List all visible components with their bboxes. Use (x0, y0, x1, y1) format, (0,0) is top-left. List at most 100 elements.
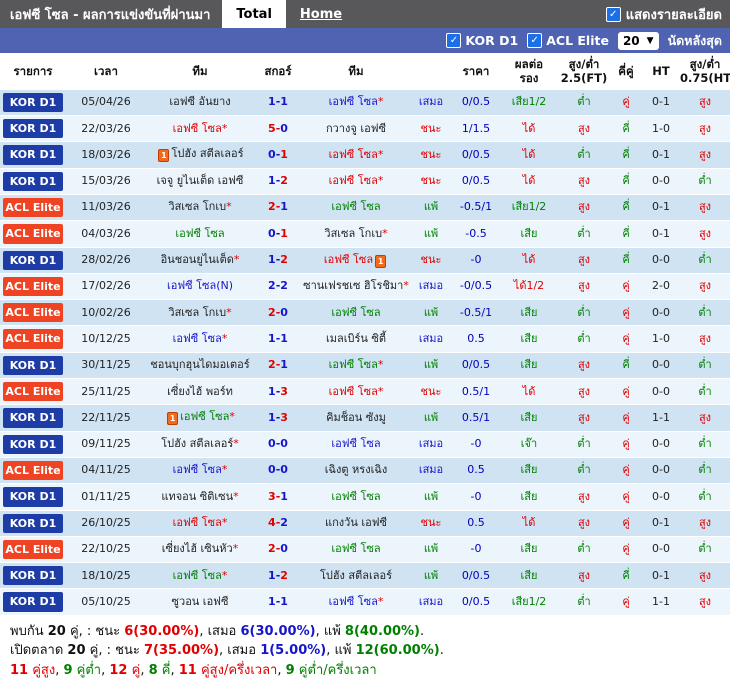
ht-score: 0-0 (642, 299, 680, 326)
summary-segment: 9 (63, 662, 73, 678)
team-name[interactable]: เอฟซี โซล (329, 385, 378, 398)
league-badge: KOR D1 (3, 592, 63, 612)
odds-value: 0.5/1 (452, 378, 500, 405)
tab-home[interactable]: Home (286, 0, 356, 28)
tab-total[interactable]: Total (222, 0, 286, 28)
team-name[interactable]: อินชอนยูไนเต็ด (161, 253, 234, 266)
summary-segment: คู่ (127, 662, 141, 678)
team-cell: เมลเบิร์น ซิตี้ (302, 325, 410, 353)
team-name[interactable]: ชอนบุกฮุนไดมอเตอร์ (150, 358, 249, 371)
odds-value: 0/0.5 (452, 88, 500, 116)
summary-segment: คู่สูง/ครึ่งเวลา (196, 662, 278, 678)
home-goals: 2- (268, 279, 281, 293)
handicap-result: เสีย (500, 483, 558, 510)
favorite-star: * (233, 253, 240, 267)
match-row: KOR D1 26/10/25 เอฟซี โซล* 4-2 แกงวัน เอฟซีช… (0, 509, 730, 537)
team-name[interactable]: เอฟซี โซล (331, 542, 380, 555)
over-under-ft: สูง (558, 246, 610, 274)
league-badge: ACL Elite (3, 303, 63, 323)
favorite-star: * (382, 226, 388, 240)
team-name[interactable]: เซี่ยงไฮ้ เซินหัว (162, 542, 233, 555)
ht-score: 1-0 (642, 325, 680, 353)
home-goals: 2- (268, 358, 281, 372)
team-name[interactable]: เอฟซี โซล (173, 463, 222, 476)
odd-even-result: คี่ (610, 167, 642, 195)
match-date: 22/11/25 (66, 404, 146, 432)
team-name[interactable]: เอฟซี โซล (329, 148, 378, 161)
team-name[interactable]: เอฟซี โซล (173, 569, 222, 582)
top-bar: เอฟซี โซล - ผลการแข่งขันที่ผ่านมา Total … (0, 0, 730, 28)
team-name[interactable]: เอฟซี โซล (331, 306, 380, 319)
team-name[interactable]: ซานเฟรชเซ ฮิโรชิมา (303, 279, 403, 292)
team-name[interactable]: เอฟซี โซล (329, 595, 378, 608)
team-name[interactable]: เอฟซี โซล (329, 358, 378, 371)
team-name[interactable]: ซูวอน เอฟซี (172, 595, 229, 608)
favorite-star: * (221, 121, 228, 135)
team-name[interactable]: เซี่ยงไฮ้ พอร์ท (167, 385, 233, 398)
team-name[interactable]: โปฮัง สตีลเลอร์ (161, 437, 233, 450)
column-header-8: สูง/ต่ำ 2.5(FT) (558, 53, 610, 90)
handicap-result: เสีย (500, 220, 558, 248)
team-cell: ชอนบุกฮุนไดมอเตอร์ (146, 351, 254, 379)
team-name[interactable]: เอฟซี โซล (329, 174, 378, 187)
team-name[interactable]: คิมช็อน ซังมู (326, 411, 386, 424)
summary-segment: พบกัน (10, 623, 48, 639)
team-name[interactable]: แทจอน ซิติเซน (161, 490, 233, 503)
league-badge: KOR D1 (3, 119, 63, 139)
team-name[interactable]: โปฮัง สตีลเลอร์ (171, 147, 243, 160)
team-name[interactable]: กวางจู เอฟซี (326, 122, 386, 135)
odd-even-result: คี่ (610, 246, 642, 274)
team-cell: เอฟซี โซล (302, 299, 410, 326)
team-name[interactable]: เอฟซี โซล (173, 122, 222, 135)
red-card-icon: 1 (158, 149, 170, 163)
over-under-ft: ต่ำ (558, 141, 610, 169)
team-name[interactable]: โปฮัง สตีลเลอร์ (320, 569, 392, 582)
team-name[interactable]: เจจู ยูไนเต็ด เอฟซี (157, 174, 244, 187)
team-name[interactable]: วิสเซล โกเบ (324, 227, 382, 240)
handicap-result: ได้1/2 (500, 272, 558, 300)
team-name[interactable]: เอฟซี โซล (180, 410, 229, 423)
team-name[interactable]: เอฟซี โซล (329, 95, 378, 108)
show-details-label: แสดงรายละเอียด (625, 7, 722, 23)
handicap-result: ได้ (500, 167, 558, 195)
match-date: 26/10/25 (66, 509, 146, 537)
summary-segment: 12(60.00%) (355, 643, 440, 659)
kor-d1-checkbox[interactable]: ✓ (446, 33, 462, 48)
over-under-ht: สูง (680, 193, 730, 221)
team-name[interactable]: เฉิงตู หรงเฉิง (325, 463, 387, 476)
score-cell: 0-1 (254, 220, 302, 248)
team-name[interactable]: เอฟซี โซล (331, 437, 380, 450)
league-badge: KOR D1 (3, 434, 63, 454)
acl-elite-checkbox[interactable]: ✓ (527, 33, 543, 48)
team-name[interactable]: เอฟซี โซล (331, 490, 380, 503)
odds-value: 0.5 (452, 325, 500, 353)
team-name[interactable]: เอฟซี อันยาง (169, 95, 230, 108)
team-name[interactable]: เอฟซี โซล (324, 253, 373, 266)
score-cell: 3-1 (254, 483, 302, 510)
team-name[interactable]: เอฟซี โซล (173, 516, 222, 529)
over-under-ft: สูง (558, 404, 610, 432)
team-cell: แทจอน ซิติเซน* (146, 483, 254, 510)
league-cell: KOR D1 (0, 141, 66, 169)
team-name[interactable]: วิสเซล โกเบ (168, 200, 226, 213)
team-cell: เอฟซี โซล* (146, 325, 254, 353)
team-name[interactable]: เมลเบิร์น ซิตี้ (326, 332, 386, 345)
column-header-1: เวลา (66, 53, 146, 90)
show-details-checkbox[interactable]: ✓ (605, 6, 621, 22)
team-name[interactable]: เอฟซี โซล (331, 200, 380, 213)
team-name[interactable]: เอฟซี โซล(N) (167, 279, 233, 292)
team-name[interactable]: วิสเซล โกเบ (168, 306, 226, 319)
match-count-select[interactable]: 20 ▼ (617, 31, 659, 50)
over-under-ft: สูง (558, 115, 610, 142)
team-name[interactable]: เอฟซี โซล (173, 332, 222, 345)
match-date: 10/02/26 (66, 299, 146, 326)
score-cell: 2-0 (254, 299, 302, 326)
team-name[interactable]: แกงวัน เอฟซี (325, 516, 387, 529)
summary-segment: คู่, : ชนะ (65, 623, 125, 639)
over-under-ft: ต่ำ (558, 535, 610, 563)
summary-segment: 6(30.00%) (240, 623, 316, 639)
results-page: เอฟซี โซล - ผลการแข่งขันที่ผ่านมา Total … (0, 0, 730, 684)
team-cell: โปฮัง สตีลเลอร์* (146, 430, 254, 458)
odd-even-result: คู่ (610, 404, 642, 432)
team-name[interactable]: เอฟซี โซล (175, 227, 224, 240)
